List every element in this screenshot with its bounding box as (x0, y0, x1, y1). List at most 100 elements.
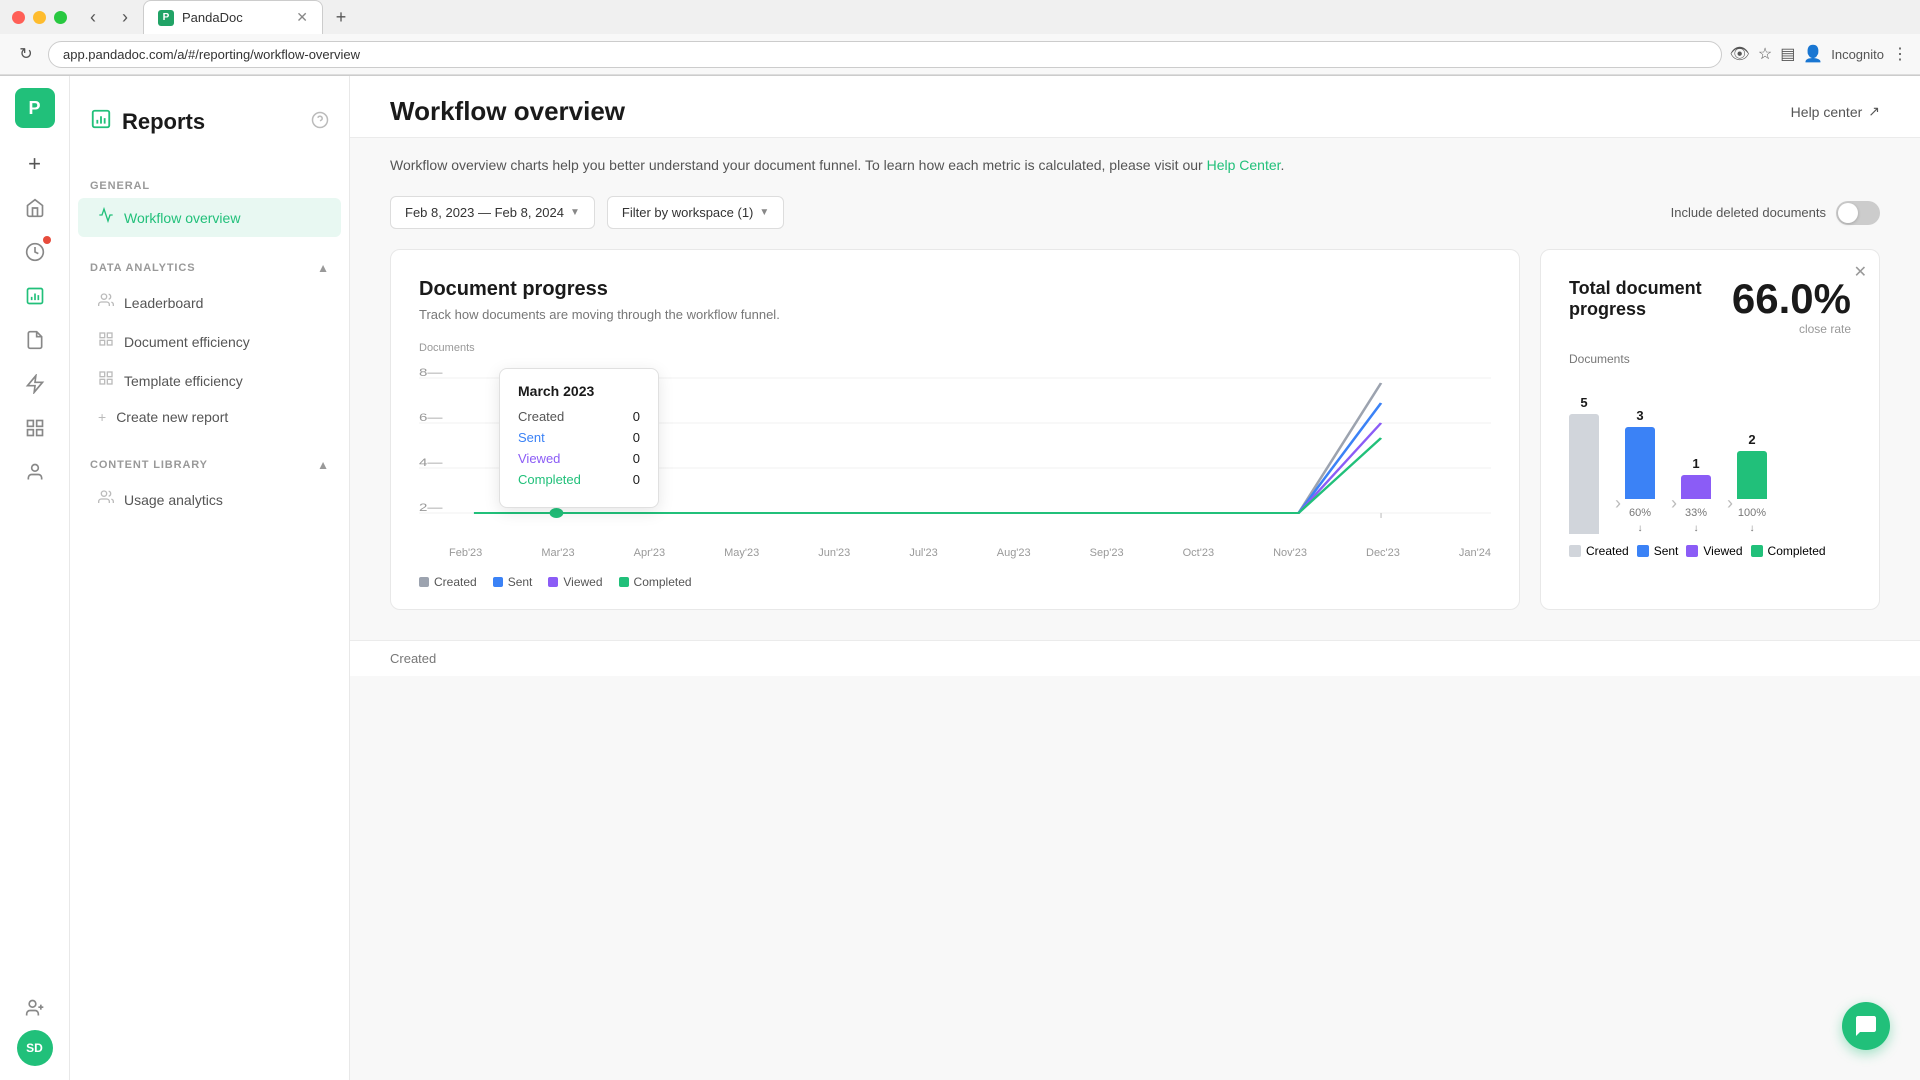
workspace-filter-btn[interactable]: Filter by workspace (1) ▼ (607, 196, 784, 229)
icon-sidebar-bottom: SD (15, 988, 55, 1068)
bottom-bar: Created (350, 640, 1920, 676)
sidebar-icon-home[interactable] (15, 188, 55, 228)
content-library-collapse-btn[interactable]: ▲ (317, 458, 329, 472)
tooltip-label-sent: Sent (518, 430, 545, 445)
sidebar-icon-integrations[interactable] (15, 364, 55, 404)
create-report-icon: + (98, 409, 106, 425)
menu-icon[interactable]: ⋮ (1892, 44, 1908, 64)
sidebar-item-leaderboard[interactable]: Leaderboard (78, 283, 341, 322)
total-card-header: Total document progress 66.0% close rate (1569, 278, 1851, 336)
bar-viewed (1681, 475, 1711, 499)
sidebar-icon-add-user[interactable] (15, 988, 55, 1028)
browser-max-btn[interactable] (54, 11, 67, 24)
x-label-feb23: Feb'23 (449, 547, 482, 559)
sidebar-icon-documents[interactable] (15, 320, 55, 360)
sidebar-icon-add[interactable]: + (15, 144, 55, 184)
total-card-title: Total document progress (1569, 278, 1729, 320)
total-docs-label: Documents (1569, 352, 1851, 366)
date-filter-btn[interactable]: Feb 8, 2023 — Feb 8, 2024 ▼ (390, 196, 595, 229)
data-analytics-collapse-btn[interactable]: ▲ (317, 261, 329, 275)
template-efficiency-icon (98, 370, 114, 391)
sidebar-header: Reports (70, 96, 349, 156)
eye-off-icon: 👁 (1730, 44, 1750, 64)
help-center-link-inline[interactable]: Help Center (1207, 157, 1281, 173)
sidebar-item-document-efficiency[interactable]: Document efficiency (78, 322, 341, 361)
tab-title: PandaDoc (182, 10, 243, 25)
document-progress-card: Document progress Track how documents ar… (390, 249, 1520, 610)
sidebar-icon[interactable]: ▤ (1780, 44, 1795, 64)
sidebar-item-label-workflow: Workflow overview (124, 210, 240, 226)
total-card-close-btn[interactable]: ✕ (1854, 262, 1867, 282)
help-center-link[interactable]: Help center ↗ (1791, 103, 1880, 120)
x-axis-labels: Feb'23 Mar'23 Apr'23 May'23 Jun'23 Jul'2… (419, 543, 1491, 559)
tooltip-row-sent: Sent 0 (518, 430, 640, 445)
browser-close-btn[interactable] (12, 11, 25, 24)
tooltip-value-sent: 0 (633, 430, 640, 445)
x-label-mar23: Mar'23 (541, 547, 574, 559)
bar-pct-completed: 100% (1738, 507, 1766, 519)
bar-arrow-viewed: ↓ (1694, 523, 1699, 534)
section-label-data-analytics: DATA ANALYTICS (90, 262, 195, 274)
legend-dot-sent (493, 577, 503, 587)
reload-btn[interactable]: ↻ (12, 40, 40, 68)
legend-item-created: Created (419, 575, 477, 589)
legend-item-viewed: Viewed (548, 575, 602, 589)
tooltip-value-completed: 0 (633, 472, 640, 487)
bar-pct-sent: 60% (1629, 507, 1651, 519)
user-avatar[interactable]: SD (15, 1028, 55, 1068)
url-bar[interactable]: app.pandadoc.com/a/#/reporting/workflow-… (48, 41, 1722, 68)
browser-min-btn[interactable] (33, 11, 46, 24)
browser-tab[interactable]: P PandaDoc ✕ (143, 0, 323, 34)
sidebar-title: Reports (122, 109, 205, 135)
new-tab-btn[interactable]: + (327, 3, 355, 31)
include-deleted-label: Include deleted documents (1671, 205, 1826, 220)
total-legend-dot-sent (1637, 545, 1649, 557)
include-deleted-toggle-area: Include deleted documents (1671, 201, 1880, 225)
tab-close-icon[interactable]: ✕ (296, 9, 308, 26)
sidebar-section-general: GENERAL Workflow overview (70, 172, 349, 237)
sidebar-icon-templates[interactable] (15, 408, 55, 448)
x-label-oct23: Oct'23 (1183, 547, 1214, 559)
sidebar-item-workflow-overview[interactable]: Workflow overview (78, 198, 341, 237)
chat-bubble-btn[interactable] (1842, 1002, 1890, 1050)
section-label-content-library: CONTENT LIBRARY (90, 459, 208, 471)
arrow-sent-viewed: › (1667, 493, 1681, 514)
sidebar-icon-activity[interactable] (15, 232, 55, 272)
browser-toolbar-icons: 👁 ☆ ▤ 👤 Incognito ⋮ (1730, 44, 1908, 64)
sidebar-item-template-efficiency[interactable]: Template efficiency (78, 361, 341, 400)
sidebar-icon-contacts[interactable] (15, 452, 55, 492)
include-deleted-toggle[interactable] (1836, 201, 1880, 225)
line-chart-wrapper: 8— 6— 4— 2— (419, 358, 1491, 543)
sidebar-item-usage-analytics[interactable]: Usage analytics (78, 480, 341, 519)
browser-chrome: ‹ › P PandaDoc ✕ + ↻ app.pandadoc.com/a/… (0, 0, 1920, 76)
tab-bar: ‹ › P PandaDoc ✕ + (0, 0, 1920, 34)
sidebar-item-create-new-report[interactable]: + Create new report (78, 400, 341, 434)
help-icon[interactable] (311, 111, 329, 134)
address-bar: ↻ app.pandadoc.com/a/#/reporting/workflo… (0, 34, 1920, 75)
x-label-sep23: Sep'23 (1090, 547, 1124, 559)
activity-badge (43, 236, 51, 244)
x-label-dec23: Dec'23 (1366, 547, 1400, 559)
bar-group-created: 5 (1569, 395, 1599, 534)
app-logo[interactable]: P (15, 88, 55, 128)
tooltip-label-completed: Completed (518, 472, 581, 487)
bar-completed (1737, 451, 1767, 499)
bar-group-sent: 3 60% ↓ (1625, 408, 1655, 534)
back-btn[interactable]: ‹ (79, 3, 107, 31)
workflow-icon (98, 207, 114, 228)
legend-dot-viewed (548, 577, 558, 587)
reports-header-icon (90, 108, 112, 136)
forward-btn[interactable]: › (111, 3, 139, 31)
tooltip-value-created: 0 (633, 409, 640, 424)
legend-label-created: Created (434, 575, 477, 589)
help-center-label: Help center (1791, 104, 1863, 120)
usage-analytics-icon (98, 489, 114, 510)
sidebar-icon-reports[interactable] (15, 276, 55, 316)
star-icon[interactable]: ☆ (1758, 44, 1772, 64)
main-content: Workflow overview Help center ↗ Workflow… (350, 76, 1920, 1080)
sidebar-section-data-analytics: DATA ANALYTICS ▲ Leaderboard Document ef… (70, 253, 349, 434)
profile-icon[interactable]: 👤 (1803, 44, 1823, 64)
bar-count-viewed: 1 (1692, 456, 1699, 471)
total-legend-sent: Sent (1637, 544, 1679, 558)
total-percentage-area: 66.0% close rate (1732, 278, 1851, 336)
